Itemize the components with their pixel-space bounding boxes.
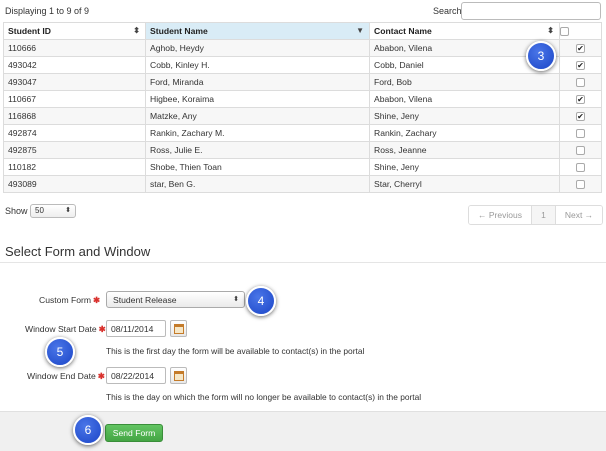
page-number-button[interactable]: 1 bbox=[532, 206, 556, 224]
search-label: Search bbox=[433, 6, 462, 16]
select-cell bbox=[559, 141, 602, 159]
student-id-cell: 493047 bbox=[3, 73, 146, 91]
student-contact-table: Student ID ⬍ Student Name ▼ Contact Name ⬍ … bbox=[3, 22, 602, 193]
select-cell: ✔ bbox=[559, 107, 602, 125]
table-row: 493042 Cobb, Kinley H. Cobb, Daniel ✔ bbox=[3, 56, 602, 74]
calendar-icon bbox=[174, 324, 184, 334]
callout-badge: 4 bbox=[246, 286, 276, 316]
student-name-cell: Shobe, Thien Toan bbox=[145, 158, 370, 176]
page-size-select[interactable]: 50 ⬍ bbox=[30, 204, 76, 218]
sort-descending-icon: ▼ bbox=[356, 26, 364, 35]
show-label: Show bbox=[5, 206, 28, 216]
send-form-button[interactable]: Send Form bbox=[105, 424, 163, 442]
student-id-cell: 110667 bbox=[3, 90, 146, 108]
student-id-cell: 110182 bbox=[3, 158, 146, 176]
row-checkbox[interactable] bbox=[576, 146, 585, 156]
required-icon: ✱ bbox=[93, 295, 101, 305]
calendar-icon bbox=[174, 371, 184, 381]
sort-icon: ⬍ bbox=[133, 26, 140, 35]
sort-icon: ⬍ bbox=[547, 26, 554, 35]
student-id-cell: 110666 bbox=[3, 39, 146, 57]
select-arrows-icon: ⬍ bbox=[65, 207, 71, 214]
table-row: 110667 Higbee, Koraima Ababon, Vilena ✔ bbox=[3, 90, 602, 108]
custom-form-select[interactable]: Student Release ⬍ bbox=[106, 291, 245, 308]
custom-form-label: Custom Form ✱ bbox=[39, 295, 101, 305]
select-cell bbox=[559, 73, 602, 91]
row-checkbox[interactable] bbox=[576, 78, 585, 88]
student-id-cell: 493089 bbox=[3, 175, 146, 193]
select-cell bbox=[559, 175, 602, 193]
contact-name-cell: Ford, Bob bbox=[369, 73, 560, 91]
section-title: Select Form and Window bbox=[5, 244, 151, 259]
student-id-cell: 116868 bbox=[3, 107, 146, 125]
start-date-calendar-button[interactable] bbox=[170, 320, 187, 337]
contact-name-cell: Ross, Jeanne bbox=[369, 141, 560, 159]
required-icon: ✱ bbox=[98, 324, 106, 334]
previous-page-button[interactable]: ← Previous bbox=[469, 206, 532, 224]
checkmark-icon: ✔ bbox=[577, 61, 584, 71]
student-name-cell: Ford, Miranda bbox=[145, 73, 370, 91]
table-row: 493047 Ford, Miranda Ford, Bob bbox=[3, 73, 602, 91]
record-count: Displaying 1 to 9 of 9 bbox=[5, 6, 90, 16]
table-row: 110182 Shobe, Thien Toan Shine, Jeny bbox=[3, 158, 602, 176]
window-start-date-label: Window Start Date ✱ bbox=[25, 324, 106, 334]
select-all-header[interactable] bbox=[559, 22, 602, 40]
row-checkbox[interactable]: ✔ bbox=[576, 112, 585, 122]
next-page-button[interactable]: Next → bbox=[556, 206, 602, 224]
select-cell: ✔ bbox=[559, 39, 602, 57]
row-checkbox[interactable]: ✔ bbox=[576, 95, 585, 105]
contact-name-cell: Shine, Jeny bbox=[369, 158, 560, 176]
select-all-checkbox[interactable] bbox=[560, 27, 569, 37]
end-date-help: This is the day on which the form will n… bbox=[106, 392, 422, 402]
window-end-date-input[interactable]: 08/22/2014 bbox=[106, 367, 166, 384]
window-end-date-label: Window End Date ✱ bbox=[27, 371, 105, 381]
contact-name-cell: Rankin, Zachary bbox=[369, 124, 560, 142]
contact-name-cell: Shine, Jeny bbox=[369, 107, 560, 125]
student-id-cell: 493042 bbox=[3, 56, 146, 74]
column-header-contact-name[interactable]: Contact Name ⬍ bbox=[369, 22, 560, 40]
student-name-cell: Cobb, Kinley H. bbox=[145, 56, 370, 74]
contact-name-cell: Ababon, Vilena bbox=[369, 90, 560, 108]
student-name-cell: Higbee, Koraima bbox=[145, 90, 370, 108]
start-date-help: This is the first day the form will be a… bbox=[106, 346, 365, 356]
student-name-cell: Aghob, Heydy bbox=[145, 39, 370, 57]
column-header-student-id[interactable]: Student ID ⬍ bbox=[3, 22, 146, 40]
required-icon: ✱ bbox=[97, 371, 105, 381]
select-cell: ✔ bbox=[559, 56, 602, 74]
checkmark-icon: ✔ bbox=[577, 44, 584, 54]
top-bar: Displaying 1 to 9 of 9 Search bbox=[0, 0, 606, 22]
table-row: 492874 Rankin, Zachary M. Rankin, Zachary bbox=[3, 124, 602, 142]
callout-badge: 3 bbox=[526, 41, 556, 71]
callout-badge: 6 bbox=[73, 415, 103, 445]
callout-badge: 5 bbox=[45, 337, 75, 367]
checkmark-icon: ✔ bbox=[577, 112, 584, 122]
student-name-cell: Rankin, Zachary M. bbox=[145, 124, 370, 142]
row-checkbox[interactable] bbox=[576, 180, 585, 190]
student-name-cell: star, Ben G. bbox=[145, 175, 370, 193]
pagination: ← Previous 1 Next → bbox=[468, 205, 603, 225]
contact-name-cell: Star, Cherryl bbox=[369, 175, 560, 193]
student-id-cell: 492875 bbox=[3, 141, 146, 159]
select-cell: ✔ bbox=[559, 90, 602, 108]
end-date-calendar-button[interactable] bbox=[170, 367, 187, 384]
select-arrows-icon: ⬍ bbox=[233, 296, 239, 303]
row-checkbox[interactable]: ✔ bbox=[576, 44, 585, 54]
student-name-cell: Ross, Julie E. bbox=[145, 141, 370, 159]
divider bbox=[0, 262, 606, 263]
student-id-cell: 492874 bbox=[3, 124, 146, 142]
table-row: 493089 star, Ben G. Star, Cherryl bbox=[3, 175, 602, 193]
table-row: 492875 Ross, Julie E. Ross, Jeanne bbox=[3, 141, 602, 159]
row-checkbox[interactable] bbox=[576, 163, 585, 173]
window-start-date-input[interactable]: 08/11/2014 bbox=[106, 320, 166, 337]
checkmark-icon: ✔ bbox=[577, 95, 584, 105]
table-row: 110666 Aghob, Heydy Ababon, Vilena ✔ bbox=[3, 39, 602, 57]
column-header-student-name[interactable]: Student Name ▼ bbox=[145, 22, 370, 40]
search-input[interactable] bbox=[461, 2, 601, 20]
table-row: 116868 Matzke, Any Shine, Jeny ✔ bbox=[3, 107, 602, 125]
row-checkbox[interactable] bbox=[576, 129, 585, 139]
select-cell bbox=[559, 158, 602, 176]
select-cell bbox=[559, 124, 602, 142]
student-name-cell: Matzke, Any bbox=[145, 107, 370, 125]
row-checkbox[interactable]: ✔ bbox=[576, 61, 585, 71]
